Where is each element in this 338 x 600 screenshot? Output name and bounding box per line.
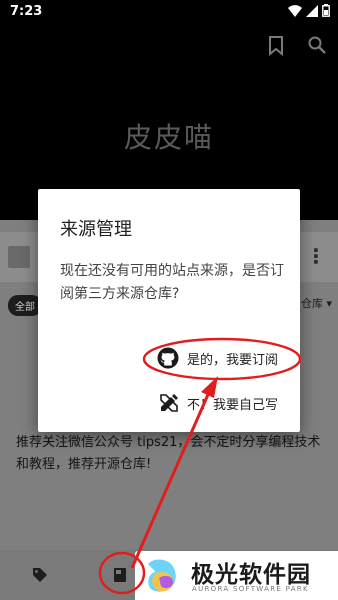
status-bar: 7:23 — [0, 0, 338, 24]
bookmark-icon[interactable] — [268, 36, 284, 56]
battery-icon — [322, 4, 330, 17]
book-icon[interactable] — [112, 567, 128, 583]
system-icons — [288, 4, 330, 17]
more-vert-icon[interactable]: ⋮ — [306, 244, 326, 268]
search-icon[interactable] — [308, 36, 326, 54]
write-own-label: 不！我要自己写 — [186, 397, 278, 413]
github-icon — [157, 347, 179, 369]
dropdown-arrow-icon: ▾ — [326, 297, 332, 310]
app-title: 皮皮喵 — [123, 121, 214, 154]
store-icon[interactable] — [8, 246, 30, 268]
watermark-subtitle: AURORA SOFTWARE PARK — [192, 585, 309, 593]
wifi-icon — [288, 4, 302, 17]
subscribe-label: 是的，我要订阅 — [186, 352, 278, 368]
watermark-title: 极光软件园 — [191, 562, 311, 588]
aurora-logo-icon — [148, 559, 176, 592]
filter-chip-all[interactable]: 全部 — [8, 295, 42, 316]
source-management-dialog: 来源管理 现在还没有可用的站点来源，是否订阅第三方来源仓库? 是的，我要订阅 不… — [38, 189, 300, 432]
status-time: 7:23 — [10, 4, 43, 19]
dialog-title: 来源管理 — [60, 219, 132, 240]
dialog-message: 现在还没有可用的站点来源，是否订阅第三方来源仓库? — [60, 263, 284, 302]
subscribe-button[interactable]: 是的，我要订阅 — [157, 347, 278, 369]
sort-dropdown[interactable]: 仓库 ▾ — [301, 295, 332, 311]
write-own-button[interactable]: 不！我要自己写 — [159, 393, 278, 413]
sort-label: 仓库 — [300, 297, 323, 310]
tip-text: 推荐关注微信公众号 tips21，会不定时分享编程技术和教程，推荐开源仓库! — [16, 435, 321, 472]
signal-icon — [306, 4, 318, 17]
tag-icon[interactable] — [32, 567, 48, 583]
aurora-watermark: 极光软件园 AURORA SOFTWARE PARK — [135, 551, 338, 600]
pencil-ruler-icon — [160, 394, 178, 412]
